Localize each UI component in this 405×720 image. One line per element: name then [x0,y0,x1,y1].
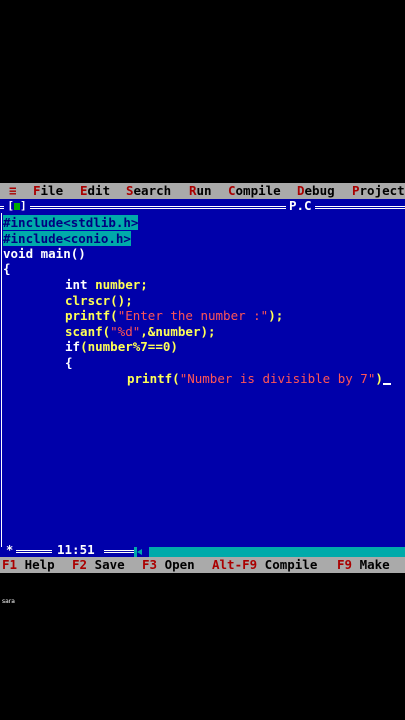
identifier: ); [268,308,284,323]
frame-double-line [0,206,405,209]
identifier: ,&number); [140,324,216,339]
horizontal-scrollbar[interactable] [134,547,405,557]
fkey-help[interactable]: F1 Help [2,557,55,573]
fkey-key: Alt-F9 [212,557,258,572]
fkey-label: Save [87,557,125,572]
window-frame-top: [] P.C [0,199,405,213]
frame-double-line [16,550,52,553]
menu-project-hotkey: P [352,183,360,198]
fkey-label: Make [352,557,390,572]
fkey-make[interactable]: F9 Make [337,557,390,573]
code-line: printf("Enter the number :"); [65,308,283,323]
menu-compile-hotkey: C [228,183,236,198]
fkey-key: F9 [337,557,353,572]
menu-debug-label: ebug [304,183,335,198]
menu-compile-label: ompile [235,183,281,198]
keyword: if [65,339,81,354]
fkey-open[interactable]: F3 Open [142,557,195,573]
fkey-key: F2 [72,557,88,572]
code-line: clrscr(); [65,293,133,308]
identifier: printf( [127,371,180,386]
cursor-position: 11:51 [54,543,98,557]
menu-bar: ≡ File Edit Search Run Compile Debug Pro… [0,183,405,199]
close-button[interactable]: [] [4,200,30,212]
menu-project-label: roject [359,183,405,198]
fkey-label: Help [17,557,55,572]
identifier: printf( [65,308,118,323]
fkey-label: Open [157,557,195,572]
turbo-c-ide: ≡ File Edit Search Run Compile Debug Pro… [0,183,405,573]
include-directive: #include<stdlib.h> [3,215,139,230]
close-bracket-left: [ [7,199,14,212]
keyword: int [65,277,96,292]
menu-compile[interactable]: Compile [228,183,281,199]
string-literal: "%d" [110,324,141,339]
system-menu-icon[interactable]: ≡ [9,183,17,199]
close-bracket-right: ] [20,199,27,212]
fkey-key: F1 [2,557,18,572]
menu-file-label: ile [40,183,64,198]
scroll-left-arrow-icon[interactable] [137,547,149,557]
menu-search[interactable]: Search [126,183,171,199]
menu-search-hotkey: S [126,183,134,198]
modified-marker: * [6,543,14,557]
code-line: printf("Number is divisible by 7") [127,371,391,386]
menu-debug[interactable]: Debug [297,183,335,199]
frame-double-line [104,550,134,553]
fkey-label: Compile [257,557,318,572]
menu-edit-label: dit [87,183,111,198]
menu-project[interactable]: Project [352,183,405,199]
code-line: scanf("%d",&number); [65,324,216,339]
menu-edit[interactable]: Edit [80,183,110,199]
include-directive: #include<conio.h> [3,231,131,246]
text-cursor [382,383,391,385]
window-title: P.C [286,199,315,213]
code-line: #include<stdlib.h> [3,215,139,230]
code-line: #include<conio.h> [3,231,131,246]
menu-debug-hotkey: D [297,183,305,198]
code-line: int number; [65,277,148,292]
identifier: scanf( [65,324,111,339]
code-line: if(number%7==0) [65,339,178,354]
menu-file-hotkey: F [33,183,41,198]
function-key-bar: F1 Help F2 Save F3 Open Alt-F9 Compile F… [0,557,405,573]
watermark-text: sara [2,598,15,605]
identifier: number; [95,277,148,292]
string-literal: "Number is divisible by 7" [179,371,376,386]
identifier: ) [375,371,383,386]
code-line: { [3,261,11,276]
string-literal: "Enter the number :" [117,308,269,323]
fkey-save[interactable]: F2 Save [72,557,125,573]
fkey-key: F3 [142,557,158,572]
editor-window[interactable]: [] P.C #include<stdlib.h> #include<conio… [0,199,405,547]
menu-file[interactable]: File [33,183,63,199]
identifier: (number%7==0) [80,339,178,354]
editor-status-row: * 11:51 [0,543,405,557]
code-line: { [65,355,73,370]
code-line: void main() [3,246,86,261]
menu-search-label: earch [133,183,172,198]
menu-edit-hotkey: E [80,183,88,198]
fkey-compile[interactable]: Alt-F9 Compile [212,557,317,573]
menu-run-label: un [196,183,212,198]
menu-run-hotkey: R [189,183,197,198]
menu-run[interactable]: Run [189,183,212,199]
